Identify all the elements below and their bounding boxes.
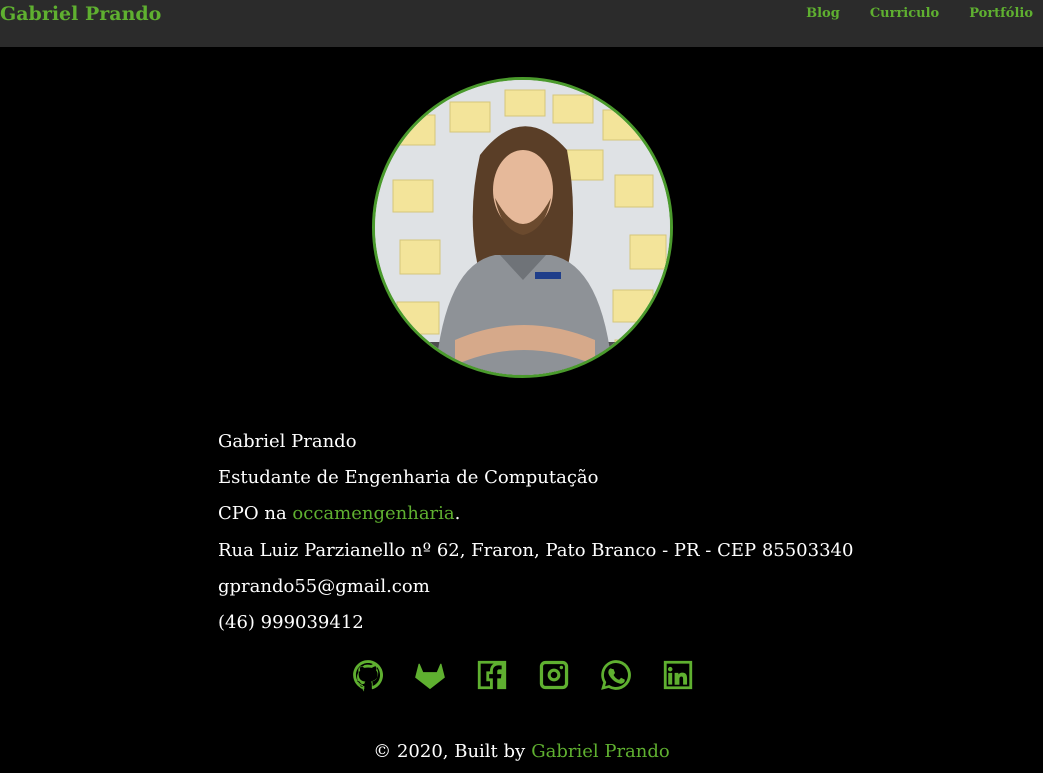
profile-photo [372, 77, 673, 378]
profile-name: Gabriel Prando [218, 431, 357, 452]
github-icon[interactable] [351, 658, 385, 692]
profile-phone: (46) 999039412 [218, 611, 364, 633]
gitlab-icon[interactable] [413, 658, 447, 692]
profile-info: Gabriel Prando Estudante de Engenharia d… [218, 431, 853, 648]
nav-links: Blog Curriculo Portfólio [776, 6, 1033, 22]
linkedin-icon[interactable] [661, 658, 695, 692]
footer-copyright: © 2020, Built by [373, 741, 526, 762]
profile-address: Rua Luiz Parzianello nº 62, Fraron, Pato… [218, 539, 854, 561]
cpo-prefix: CPO na [218, 503, 293, 525]
top-navbar: Gabriel Prando Blog Curriculo Portfólio [0, 0, 1043, 47]
whatsapp-icon[interactable] [599, 658, 633, 692]
brand-link[interactable]: Gabriel Prando [0, 2, 161, 26]
company-link[interactable]: occamengenharia [292, 503, 454, 524]
nav-link-blog[interactable]: Blog [806, 6, 840, 22]
profile-cpo-line: CPO na occamengenharia. [218, 503, 853, 539]
nav-link-portfolio[interactable]: Portfólio [969, 6, 1033, 22]
nav-link-curriculo[interactable]: Curriculo [870, 6, 939, 22]
profile-role: Estudante de Engenharia de Computação [218, 467, 599, 489]
footer-author-link[interactable]: Gabriel Prando [531, 741, 670, 762]
instagram-icon[interactable] [537, 658, 571, 692]
profile-email: gprando55@gmail.com [218, 575, 430, 597]
cpo-suffix: . [454, 503, 461, 525]
social-links [351, 658, 723, 692]
footer: © 2020, Built by Gabriel Prando [0, 741, 1043, 763]
facebook-icon[interactable] [475, 658, 509, 692]
